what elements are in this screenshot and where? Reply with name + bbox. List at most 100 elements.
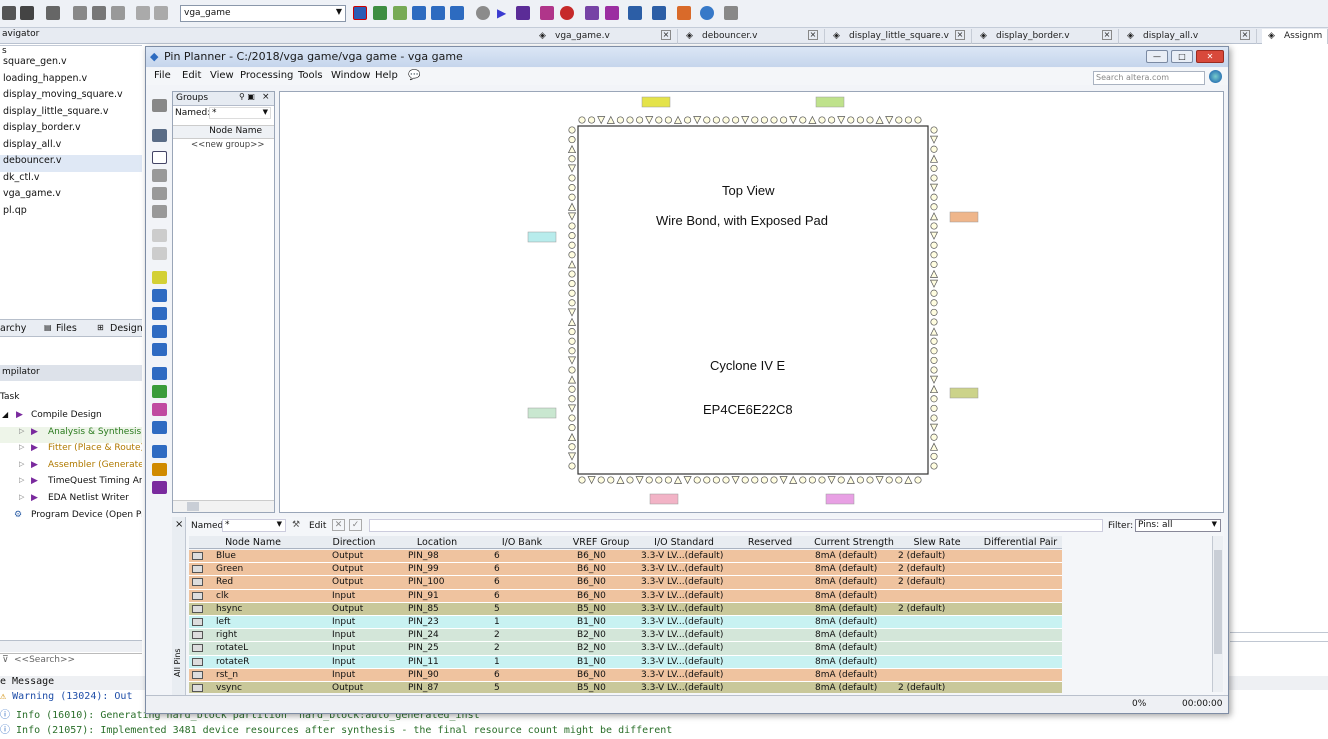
table-cell-loc[interactable]: PIN_98 [408,551,439,561]
table-cell-cur[interactable]: 8mA (default) [815,577,877,587]
paste-icon[interactable] [111,6,125,20]
scroll-thumb[interactable] [1214,550,1222,654]
package-pin[interactable] [904,475,913,484]
table-cell-dir[interactable]: Output [332,564,363,574]
fit-icon[interactable] [152,205,167,218]
table-row[interactable]: right Input PIN_24 2 B2_N0 3.3-V LV...(defaul… [189,629,1062,643]
package-pin[interactable] [930,164,938,172]
package-pin[interactable] [837,476,845,484]
package-pin[interactable] [827,476,836,485]
undo-icon[interactable] [152,229,167,242]
chip-icon[interactable] [652,6,666,20]
package-pin[interactable] [760,476,768,484]
table-cell-std[interactable]: 3.3-V LV...(default) [641,630,723,640]
package-pin[interactable] [929,375,939,384]
accept-icon[interactable]: ✓ [349,519,362,531]
package-pin[interactable] [856,116,864,124]
package-pin[interactable] [929,269,939,278]
table-cell-loc[interactable]: PIN_91 [408,591,439,601]
package-pin[interactable] [929,231,939,240]
package-pin[interactable] [664,116,672,124]
package-pin[interactable] [567,452,577,461]
package-pin[interactable] [799,476,807,484]
save-all-icon[interactable] [20,6,34,20]
table-cell-cur[interactable]: 8mA (default) [815,591,877,601]
feedback-icon[interactable] [724,6,738,20]
column-header[interactable]: Location [391,537,483,548]
tab-assignments[interactable]: ◈ Assignm [1262,29,1328,44]
package-pin[interactable] [930,174,938,182]
package-pin[interactable] [635,476,644,485]
package-pin[interactable] [930,347,938,355]
package-pin[interactable] [567,375,577,384]
table-cell-vref[interactable]: B6_N0 [577,577,606,587]
table-cell-name[interactable]: rotateL [216,643,248,653]
help-icon[interactable] [700,6,714,20]
new-icon[interactable] [2,6,16,20]
package-pin[interactable] [930,414,938,422]
pin-migration-icon[interactable] [152,367,167,380]
package-pin[interactable] [895,116,903,124]
expand-icon[interactable]: ▷ [19,460,24,468]
package-pin[interactable] [930,251,938,259]
close-icon[interactable]: × [661,30,671,40]
package-pin[interactable] [568,337,576,345]
file-item[interactable]: square_gen.v [0,56,142,73]
table-cell-loc[interactable]: PIN_11 [408,657,439,667]
package-pin[interactable] [568,222,576,230]
table-row[interactable]: vsync Output PIN_87 5 B5_N0 3.3-V LV...(defau… [189,681,1062,693]
filter-combo[interactable]: Pins: all ▼ [1135,519,1221,532]
package-pin[interactable] [731,476,740,485]
undo-icon[interactable] [136,6,150,20]
table-cell-cur[interactable]: 8mA (default) [815,643,877,653]
package-pin[interactable] [847,116,855,124]
ip-catalog-icon[interactable] [677,6,691,20]
expand-icon[interactable]: ▷ [19,493,24,501]
table-cell-dir[interactable]: Input [332,617,355,627]
package-pin[interactable] [712,116,720,124]
expand-icon[interactable]: ▷ [19,443,24,451]
pin-planner-icon[interactable] [353,6,367,20]
table-cell-vref[interactable]: B2_N0 [577,643,606,653]
package-pin[interactable] [930,395,938,403]
assign-pins-icon[interactable] [152,463,167,476]
package-pin[interactable] [741,476,749,484]
package-pin[interactable] [930,241,938,249]
package-pin[interactable] [567,212,577,221]
table-cell-name[interactable]: vsync [216,683,242,693]
menu-window[interactable]: Window [331,70,370,81]
package-pin[interactable] [732,116,740,124]
package-pin[interactable] [930,299,938,307]
scroll-thumb[interactable] [187,502,199,511]
package-pin[interactable] [567,164,577,173]
start-compilation-icon[interactable]: ▶ [497,6,511,20]
task-search-input[interactable]: ⊽ <<Search>> [0,653,142,668]
message-line[interactable]: ⓘ Info (21057): Implemented 3481 device … [0,721,1328,736]
table-row[interactable]: Blue Output PIN_98 6 B6_N0 3.3-V LV...(defaul… [189,550,1062,564]
package-pin[interactable] [568,462,576,470]
feedback-icon[interactable]: 💬 [408,70,420,81]
design-icon[interactable] [450,6,464,20]
vref-icon[interactable] [152,307,167,320]
groups-named-combo[interactable]: * ▼ [209,107,271,119]
rtl-viewer-icon[interactable] [560,6,574,20]
assign-icon[interactable] [431,6,445,20]
package-pin[interactable] [568,136,576,144]
package-pin[interactable] [770,476,778,484]
table-row[interactable]: left Input PIN_23 1 B1_N0 3.3-V LV...(default… [189,615,1062,630]
table-cell-std[interactable]: 3.3-V LV...(default) [641,564,723,574]
package-pin[interactable] [568,184,576,192]
column-header[interactable]: Current Strength [813,537,895,548]
table-cell-std[interactable]: 3.3-V LV...(default) [641,643,723,653]
named-combo[interactable]: * ▼ [222,519,286,532]
table-cell-bank[interactable]: 5 [494,683,500,693]
package-pin[interactable] [930,404,938,412]
table-row[interactable]: rotateR Input PIN_11 1 B1_N0 3.3-V LV...(defa… [189,655,1062,669]
table-cell-std[interactable]: 3.3-V LV...(default) [641,604,723,614]
table-cell-dir[interactable]: Input [332,643,355,653]
expand-icon[interactable]: ▷ [19,427,24,435]
package-pin[interactable] [930,452,938,460]
package-pin[interactable] [929,384,939,394]
table-cell-dir[interactable]: Input [332,670,355,680]
tab-display-all[interactable]: ◈ display_all.v × [1121,29,1257,44]
